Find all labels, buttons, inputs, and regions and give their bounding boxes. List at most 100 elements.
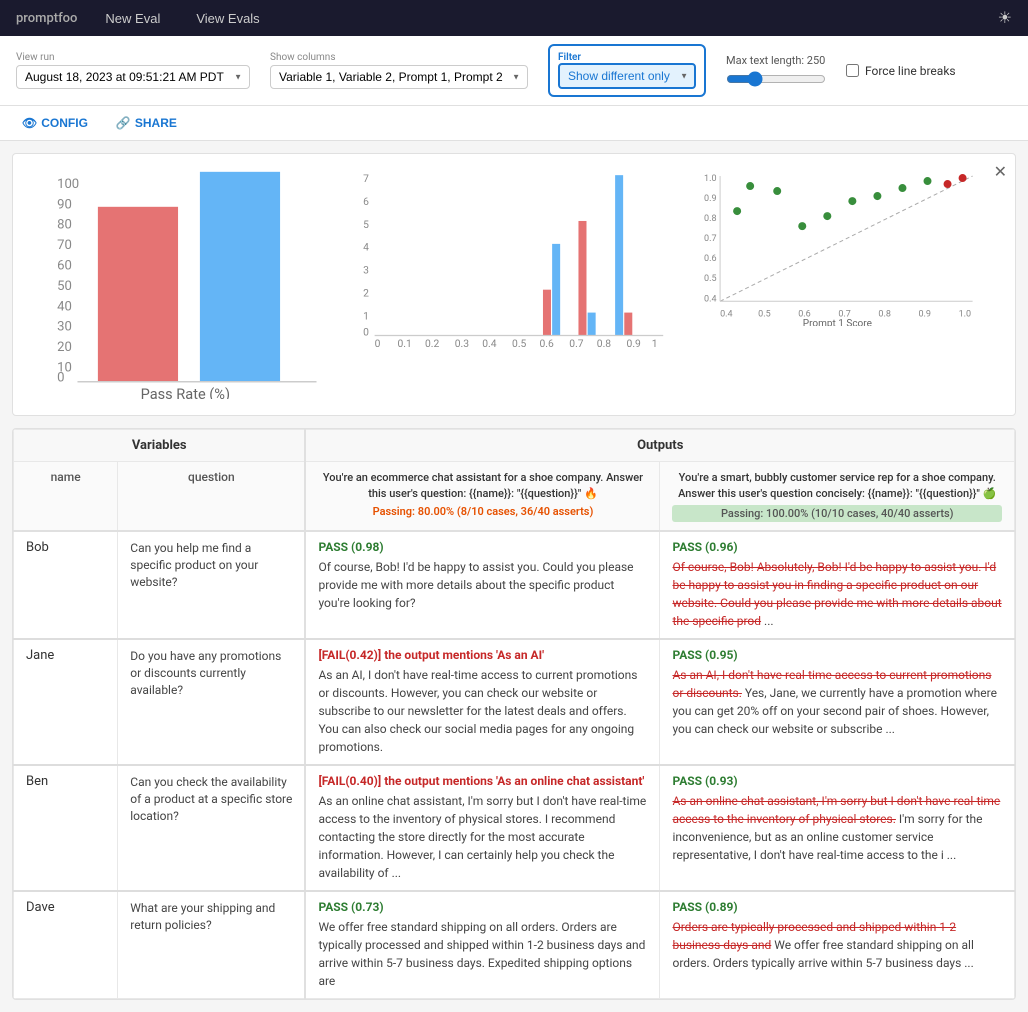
svg-text:3: 3	[363, 264, 369, 277]
score-distribution-chart: 7 6 5 4 3 2 1 0 0 0.1 0.2 0.3 0.4 0.5 0.…	[354, 166, 675, 403]
svg-text:70: 70	[57, 238, 72, 253]
cell-question: Can you check the availability of a prod…	[118, 765, 306, 891]
cell-question: What are your shipping and return polici…	[118, 891, 306, 999]
view-evals-button[interactable]: View Evals	[188, 7, 267, 30]
cell-name: Jane	[14, 639, 118, 765]
svg-text:0.5: 0.5	[759, 309, 772, 319]
cell-name: Dave	[14, 891, 118, 999]
charts-area: ✕ 100 90 80 70 60 50 40 30 20 10 0 Pass …	[12, 153, 1016, 416]
column-header-row: name question You're an ecommerce chat a…	[14, 462, 1015, 531]
prompt1-badge: [FAIL(0.40)] the output mentions 'As an …	[318, 774, 647, 788]
svg-text:0.9: 0.9	[704, 194, 717, 204]
svg-text:0.5: 0.5	[512, 337, 527, 349]
svg-text:50: 50	[57, 279, 72, 294]
variables-section-header: Variables	[14, 430, 306, 462]
columns-select-wrapper[interactable]: Variable 1, Variable 2, Prompt 1, Prompt…	[270, 65, 528, 89]
prompt1-text: We offer free standard shipping on all o…	[318, 918, 647, 990]
view-run-label: View run	[16, 52, 250, 63]
run-select[interactable]: August 18, 2023 at 09:51:21 AM PDT	[16, 65, 250, 89]
controls-bar: View run August 18, 2023 at 09:51:21 AM …	[0, 36, 1028, 106]
svg-text:0.5: 0.5	[704, 274, 717, 284]
svg-text:0.8: 0.8	[596, 337, 611, 349]
svg-text:0.7: 0.7	[569, 337, 584, 349]
cell-name: Bob	[14, 531, 118, 639]
max-text-group: Max text length: 250	[726, 54, 826, 87]
columns-select[interactable]: Variable 1, Variable 2, Prompt 1, Prompt…	[270, 65, 528, 89]
prompt2-text: As an online chat assistant, I'm sorry b…	[672, 792, 1002, 864]
table-row: BenCan you check the availability of a p…	[14, 765, 1015, 891]
table-row: DaveWhat are your shipping and return po…	[14, 891, 1015, 999]
top-navigation: promptfoo New Eval View Evals ☀	[0, 0, 1028, 36]
force-line-breaks-group: Force line breaks	[846, 64, 956, 78]
svg-text:5: 5	[363, 218, 369, 231]
cell-prompt1: [FAIL(0.40)] the output mentions 'As an …	[305, 765, 660, 891]
svg-text:0.6: 0.6	[539, 337, 554, 349]
prompt2-column-header: You're a smart, bubbly customer service …	[660, 462, 1015, 531]
svg-text:90: 90	[57, 197, 72, 212]
table-row: JaneDo you have any promotions or discou…	[14, 639, 1015, 765]
theme-toggle-button[interactable]: ☀	[998, 8, 1012, 28]
svg-text:0: 0	[363, 325, 369, 338]
eye-icon: 👁	[22, 116, 37, 130]
prompt2-text: As an AI, I don't have real-time access …	[672, 666, 1002, 738]
svg-text:0: 0	[57, 371, 64, 386]
run-select-wrapper[interactable]: August 18, 2023 at 09:51:21 AM PDT	[16, 65, 250, 89]
filter-group: Filter Show different only	[548, 44, 706, 97]
svg-text:60: 60	[57, 258, 72, 273]
cell-prompt2: PASS (0.89) Orders are typically processe…	[660, 891, 1015, 999]
svg-text:0.1: 0.1	[397, 337, 411, 349]
question-column-header: question	[118, 462, 306, 531]
text-length-slider[interactable]	[726, 71, 826, 87]
svg-text:0.6: 0.6	[704, 254, 717, 264]
show-columns-label: Show columns	[270, 52, 528, 63]
svg-text:30: 30	[57, 320, 72, 335]
cell-prompt2: PASS (0.95)As an AI, I don't have real-t…	[660, 639, 1015, 765]
data-table: Variables Outputs name question You're a…	[12, 428, 1016, 1000]
pass-rate-chart: 100 90 80 70 60 50 40 30 20 10 0 Pass Ra…	[25, 166, 346, 403]
close-charts-button[interactable]: ✕	[994, 162, 1007, 182]
svg-text:1.0: 1.0	[704, 174, 717, 184]
svg-text:Pass Rate (%): Pass Rate (%)	[141, 385, 230, 399]
max-text-label: Max text length: 250	[726, 54, 826, 67]
view-run-group: View run August 18, 2023 at 09:51:21 AM …	[16, 52, 250, 89]
action-bar: 👁 CONFIG 🔗 SHARE	[0, 106, 1028, 141]
name-column-header: name	[14, 462, 118, 531]
cell-prompt1: PASS (0.73)We offer free standard shippi…	[305, 891, 660, 999]
app-logo: promptfoo	[16, 11, 77, 26]
svg-text:1.0: 1.0	[959, 309, 972, 319]
svg-text:0.8: 0.8	[879, 309, 892, 319]
prompt2-badge: PASS (0.89)	[672, 900, 1002, 914]
svg-text:6: 6	[363, 195, 369, 208]
cell-prompt2: PASS (0.96) Of course, Bob! Absolutely, B…	[660, 531, 1015, 639]
svg-text:20: 20	[57, 340, 72, 355]
share-button[interactable]: 🔗 SHARE	[110, 112, 183, 134]
cell-prompt1: [FAIL(0.42)] the output mentions 'As an …	[305, 639, 660, 765]
outputs-section-header: Outputs	[305, 430, 1014, 462]
svg-text:4: 4	[363, 241, 369, 254]
cell-prompt1: PASS (0.98) Of course, Bob! I'd be happy …	[305, 531, 660, 639]
prompt1-badge: [FAIL(0.42)] the output mentions 'As an …	[318, 648, 647, 662]
svg-text:0: 0	[374, 337, 380, 349]
filter-select-wrapper[interactable]: Show different only	[558, 63, 696, 89]
svg-text:40: 40	[57, 299, 72, 314]
cell-question: Do you have any promotions or discounts …	[118, 639, 306, 765]
filter-select[interactable]: Show different only	[558, 63, 696, 89]
scatter-chart: Prompt 2 Score 1.0 0.9 0.8 0.7 0.6 0.5 0…	[682, 166, 1003, 403]
svg-text:0.3: 0.3	[454, 337, 469, 349]
prompt2-text: Orders are typically processed and shipp…	[672, 918, 1002, 972]
prompt1-badge: PASS (0.98)	[318, 540, 647, 554]
svg-text:7: 7	[363, 172, 369, 185]
svg-text:100: 100	[57, 177, 79, 192]
svg-text:0.2: 0.2	[425, 337, 440, 349]
svg-text:0.4: 0.4	[720, 309, 733, 319]
section-header-row: Variables Outputs	[14, 430, 1015, 462]
cell-prompt2: PASS (0.93)As an online chat assistant, …	[660, 765, 1015, 891]
prompt2-text: Of course, Bob! Absolutely, Bob! I'd be …	[672, 558, 1002, 630]
new-eval-button[interactable]: New Eval	[97, 7, 168, 30]
prompt2-badge: PASS (0.96)	[672, 540, 1002, 554]
prompt1-text: As an AI, I don't have real-time access …	[318, 666, 647, 756]
svg-text:1: 1	[651, 337, 657, 349]
force-line-breaks-checkbox[interactable]	[846, 64, 859, 77]
prompt1-text: Of course, Bob! I'd be happy to assist y…	[318, 558, 647, 612]
config-button[interactable]: 👁 CONFIG	[16, 112, 94, 134]
